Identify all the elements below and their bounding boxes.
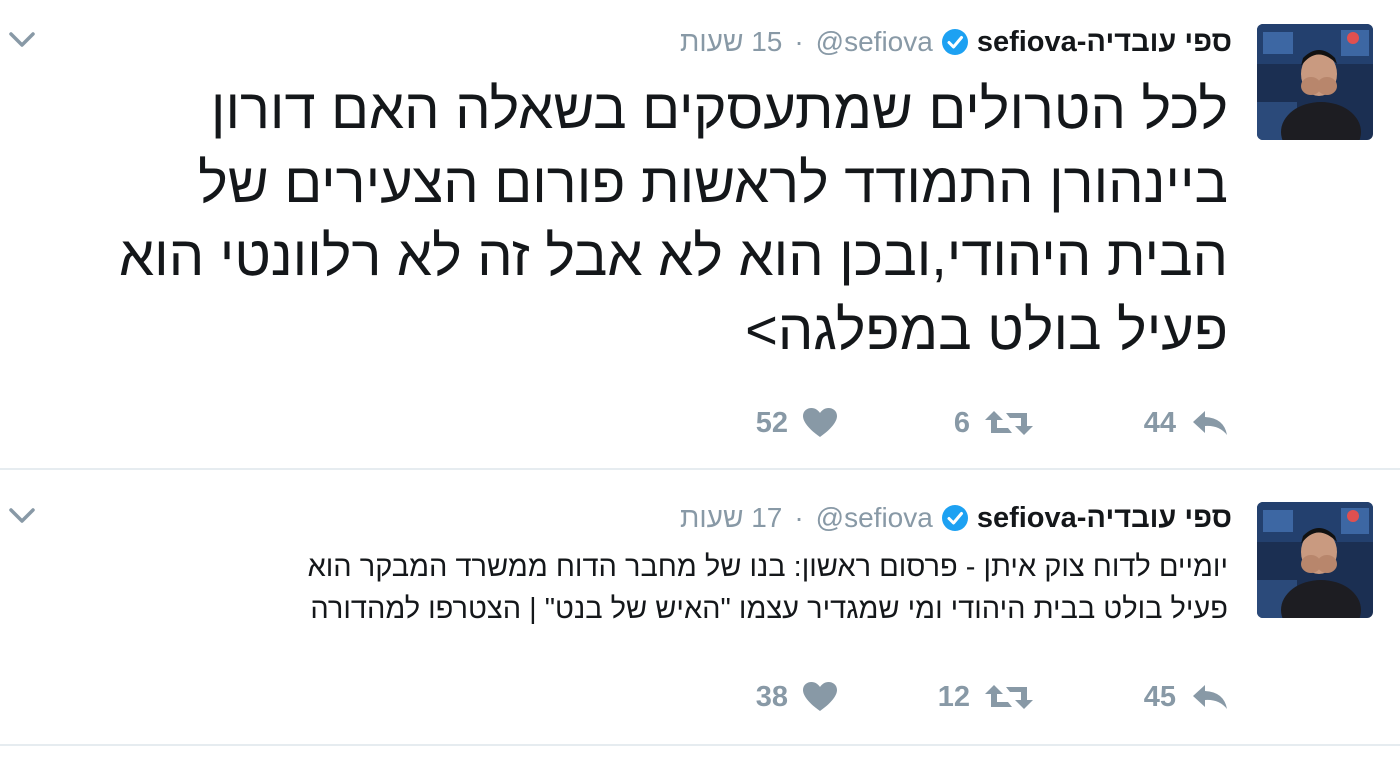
- tweet-text: יומיים לדוח צוק איתן - פרסום ראשון: בנו …: [68, 546, 1228, 630]
- verified-badge-icon: [941, 504, 969, 532]
- tweet[interactable]: ספי עובדיה-sefiova @sefiova · 17 שעות יו…: [0, 470, 1400, 744]
- chevron-down-icon[interactable]: [8, 506, 36, 526]
- reply-icon: [1193, 685, 1227, 709]
- tweet-text: לכל הטרולים שמתעסקים בשאלה האם דורון ביי…: [18, 72, 1228, 366]
- tweet-text-line: ביינהורן התמודד לראשות פורום הצעירים של: [198, 150, 1228, 214]
- handle[interactable]: @sefiova: [816, 502, 933, 534]
- tweet-text-line: הבית היהודי,ובכן הוא לא אבל זה לא רלוונט…: [119, 224, 1228, 287]
- timestamp[interactable]: 17 שעות: [680, 502, 782, 534]
- avatar[interactable]: [1257, 502, 1373, 618]
- heart-icon: [803, 408, 837, 437]
- avatar[interactable]: [1257, 24, 1373, 140]
- tweet-text-line: יומיים לדוח צוק איתן - פרסום ראשון: בנו …: [307, 551, 1228, 583]
- separator: ·: [794, 502, 804, 533]
- retweet-button[interactable]: 6: [954, 398, 1034, 448]
- tweet-text-line: פעיל בולט במפלגה>: [745, 297, 1228, 361]
- separator: ·: [794, 26, 804, 57]
- retweet-button[interactable]: 12: [938, 672, 1034, 722]
- reply-count: 44: [1143, 406, 1176, 439]
- handle[interactable]: @sefiova: [816, 26, 933, 58]
- heart-icon: [803, 682, 837, 711]
- retweet-icon: [985, 685, 1033, 709]
- tweet-actions: 45 12 38: [710, 672, 1230, 722]
- display-name[interactable]: ספי עובדיה-sefiova: [977, 502, 1232, 535]
- like-count: 52: [755, 406, 788, 439]
- display-name[interactable]: ספי עובדיה-sefiova: [977, 26, 1232, 59]
- reply-count: 45: [1143, 680, 1176, 713]
- like-button[interactable]: 52: [756, 398, 838, 448]
- timestamp[interactable]: 15 שעות: [680, 26, 782, 58]
- tweet[interactable]: ספי עובדיה-sefiova @sefiova · 15 שעות לכ…: [0, 0, 1400, 468]
- tweet-text-line: לכל הטרולים שמתעסקים בשאלה האם דורון: [210, 77, 1228, 140]
- like-count: 38: [755, 680, 788, 713]
- chevron-down-icon[interactable]: [8, 30, 36, 50]
- retweet-count: 6: [953, 406, 970, 439]
- reply-icon: [1193, 411, 1227, 435]
- tweet-text-line: פעיל בולט בבית היהודי ומי שמגדיר עצמו "ה…: [310, 593, 1228, 625]
- like-button[interactable]: 38: [756, 672, 838, 722]
- reply-button[interactable]: 44: [1144, 398, 1230, 448]
- retweet-count: 12: [937, 680, 970, 713]
- retweet-icon: [985, 411, 1033, 435]
- tweet-actions: 44 6 52: [710, 398, 1230, 448]
- tweet-header: ספי עובדיה-sefiova @sefiova · 15 שעות: [680, 22, 1232, 62]
- divider: [0, 744, 1400, 746]
- verified-badge-icon: [941, 28, 969, 56]
- reply-button[interactable]: 45: [1144, 672, 1230, 722]
- tweet-header: ספי עובדיה-sefiova @sefiova · 17 שעות: [680, 498, 1232, 538]
